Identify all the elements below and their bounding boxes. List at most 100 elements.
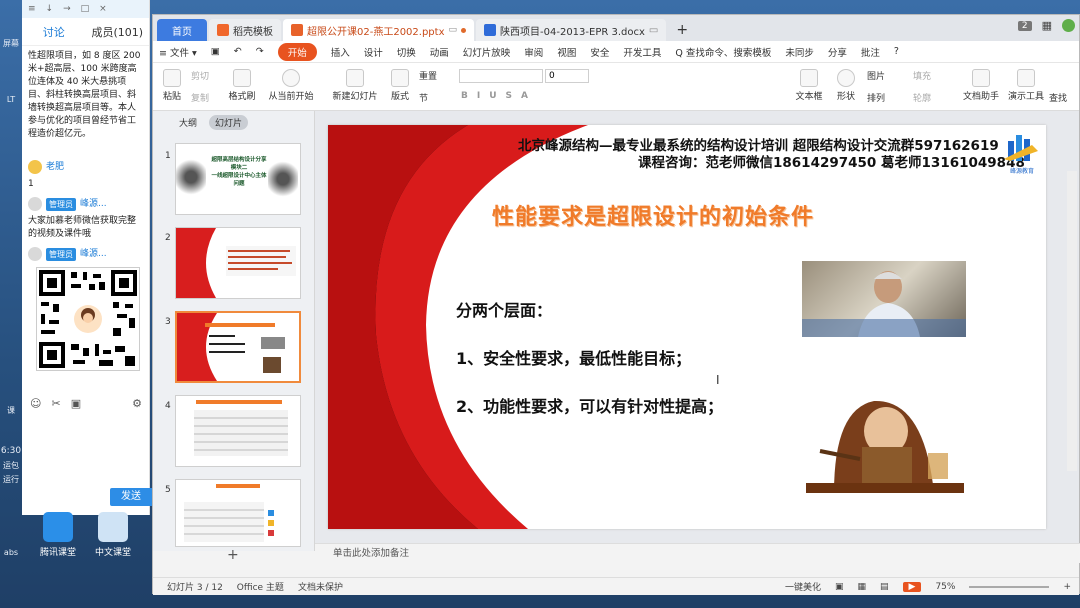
avatar[interactable] xyxy=(1062,19,1075,32)
sync-status[interactable]: 未同步 xyxy=(785,45,814,59)
tab-docx[interactable]: 陕西项目-04-2013-EPR 3.docx ▭ xyxy=(476,19,667,41)
cut-button[interactable]: 剪切 xyxy=(191,69,209,82)
menu-start[interactable]: 开始 xyxy=(277,42,317,61)
grid-icon[interactable]: ▦ xyxy=(1042,19,1052,32)
status-bar: 幻灯片 3 / 12 Office 主题 文档未保护 一键美化 ▣ ▦ ▤ ▶ … xyxy=(153,577,1079,595)
qr-code-image[interactable] xyxy=(36,267,140,371)
tab-slides[interactable]: 幻灯片 xyxy=(209,114,249,130)
save-icon[interactable]: ▣ xyxy=(211,46,220,57)
slide-thumbnail-5[interactable] xyxy=(175,479,301,547)
avatar[interactable] xyxy=(28,247,42,261)
redo-icon[interactable]: ↷ xyxy=(256,46,264,57)
tab-pptx[interactable]: 超限公开课02-燕工2002.pptx ▭ xyxy=(283,19,475,41)
menu-file[interactable]: ≡ 文件 ▾ xyxy=(159,45,197,59)
play-from-current-button[interactable]: 从当前开始 xyxy=(267,69,315,102)
doc-helper-button[interactable]: 文档助手 xyxy=(961,69,1001,102)
menu-devtools[interactable]: 开发工具 xyxy=(623,45,661,59)
outline-button[interactable]: 轮廓 xyxy=(913,91,931,104)
undo-icon[interactable]: ↶ xyxy=(234,46,242,57)
new-tab-button[interactable]: + xyxy=(668,19,696,41)
settings-icon[interactable]: ⚙ xyxy=(132,397,142,410)
slide-thumbnail-1[interactable]: 超限高层结构设计分享 模块二 一线超限设计中心主体 问题 xyxy=(175,143,301,215)
download-icon[interactable]: ↓ xyxy=(46,4,54,14)
strip-label[interactable]: abs xyxy=(0,548,22,557)
menu-review[interactable]: 审阅 xyxy=(524,45,543,59)
desktop-icon-chinese-classroom[interactable]: 中文课堂 xyxy=(88,512,138,558)
strip-label[interactable]: 课 xyxy=(0,405,22,416)
share-button[interactable]: 分享 xyxy=(828,45,847,59)
menu-animation[interactable]: 动画 xyxy=(430,45,449,59)
username[interactable]: 峰源... xyxy=(80,198,107,211)
paste-button[interactable]: 粘贴 xyxy=(159,69,185,102)
layout-button[interactable]: 版式 xyxy=(387,69,413,102)
tab-docer[interactable]: 稻壳模板 xyxy=(209,19,281,41)
zoom-level[interactable]: 75% xyxy=(935,582,955,592)
zoom-in-icon[interactable]: + xyxy=(1063,582,1071,592)
notes-pane[interactable]: 单击此处添加备注 xyxy=(315,543,1080,563)
menu-security[interactable]: 安全 xyxy=(590,45,609,59)
comment-button[interactable]: 批注 xyxy=(861,45,880,59)
picture-button[interactable]: 图片 xyxy=(867,69,885,82)
format-painter-button[interactable]: 格式刷 xyxy=(227,69,257,102)
beautify-button[interactable]: 一键美化 xyxy=(785,580,821,593)
strip-label[interactable]: LT xyxy=(0,95,22,104)
font-style-buttons[interactable]: BIUSA xyxy=(461,91,537,101)
fill-button[interactable]: 填充 xyxy=(913,69,931,82)
window-icon[interactable]: ▭ xyxy=(649,25,658,36)
section-button[interactable]: 节 xyxy=(419,91,428,104)
menu-transition[interactable]: 切换 xyxy=(397,45,416,59)
new-slide-button[interactable]: 新建幻灯片 xyxy=(331,69,379,102)
avatar[interactable] xyxy=(28,197,42,211)
tab-discussion[interactable]: 讨论 xyxy=(22,24,86,40)
menu-insert[interactable]: 插入 xyxy=(331,45,350,59)
ribbon: 粘贴 剪切 复制 格式刷 从当前开始 新建幻灯片 版式 重置 节 0 BIUSA… xyxy=(153,63,1079,111)
window-icon[interactable]: □ xyxy=(81,4,90,14)
slide-thumbnail-2[interactable] xyxy=(175,227,301,299)
tab-outline[interactable]: 大纲 xyxy=(179,116,197,129)
add-slide-button[interactable]: + xyxy=(227,547,239,563)
username[interactable]: 老肥 xyxy=(46,161,64,174)
strip-label[interactable]: 屏幕 xyxy=(0,38,22,49)
menu-view[interactable]: 视图 xyxy=(557,45,576,59)
menu-bar: ≡ 文件 ▾ ▣ ↶ ↷ 开始 插入 设计 切换 动画 幻灯片放映 审阅 视图 … xyxy=(153,41,1079,63)
slide-thumbnail-3[interactable] xyxy=(175,311,301,383)
find-button[interactable]: 查找 xyxy=(1049,91,1067,104)
close-icon[interactable]: × xyxy=(99,4,107,14)
desktop-icon-tencent-classroom[interactable]: 腾讯课堂 xyxy=(33,512,83,558)
protect-status[interactable]: 文档未保护 xyxy=(298,580,343,593)
textbox-button[interactable]: 文本框 xyxy=(793,69,825,102)
slide-thumbnail-4[interactable] xyxy=(175,395,301,467)
reset-button[interactable]: 重置 xyxy=(419,69,437,82)
menu-slideshow[interactable]: 幻灯片放映 xyxy=(463,45,511,59)
window-icon[interactable]: ▭ xyxy=(449,25,458,35)
vertical-scrollbar[interactable] xyxy=(1067,171,1077,471)
menu-design[interactable]: 设计 xyxy=(364,45,383,59)
zoom-slider[interactable] xyxy=(969,585,1050,588)
tab-home[interactable]: 首页 xyxy=(157,19,207,41)
search-command[interactable]: Q 查找命令、搜索模板 xyxy=(675,45,771,59)
play-slideshow-icon[interactable]: ▶ xyxy=(902,581,922,592)
tab-members[interactable]: 成员(101) xyxy=(86,24,150,40)
slide-canvas[interactable]: 北京峰源结构—最专业最系统的结构设计培训 超限结构设计交流群597162619 … xyxy=(328,125,1046,529)
username[interactable]: 峰源... xyxy=(80,248,107,261)
image-icon[interactable]: ▣ xyxy=(71,397,81,410)
window-count-badge[interactable]: 2 xyxy=(1017,20,1032,31)
emoji-icon[interactable]: ☺ xyxy=(30,397,41,410)
send-button[interactable]: 发送 xyxy=(110,488,152,506)
font-size-select[interactable]: 0 xyxy=(545,69,589,83)
arrange-button[interactable]: 排列 xyxy=(867,91,885,104)
menu-icon[interactable]: ≡ xyxy=(28,4,36,14)
help-icon[interactable]: ? xyxy=(894,46,899,57)
view-normal-icon[interactable]: ▣ xyxy=(835,582,844,592)
copy-button[interactable]: 复制 xyxy=(191,91,209,104)
unsaved-dot-icon xyxy=(461,27,467,33)
view-sorter-icon[interactable]: ▦ xyxy=(857,582,866,592)
view-reading-icon[interactable]: ▤ xyxy=(880,582,889,592)
present-tools-button[interactable]: 演示工具 xyxy=(1005,69,1047,102)
scissors-icon[interactable]: ✂ xyxy=(51,397,60,410)
font-name-select[interactable] xyxy=(459,69,543,83)
theme-name[interactable]: Office 主题 xyxy=(237,580,284,593)
avatar[interactable] xyxy=(28,160,42,174)
shape-button[interactable]: 形状 xyxy=(833,69,859,102)
arrow-icon[interactable]: → xyxy=(63,4,71,14)
